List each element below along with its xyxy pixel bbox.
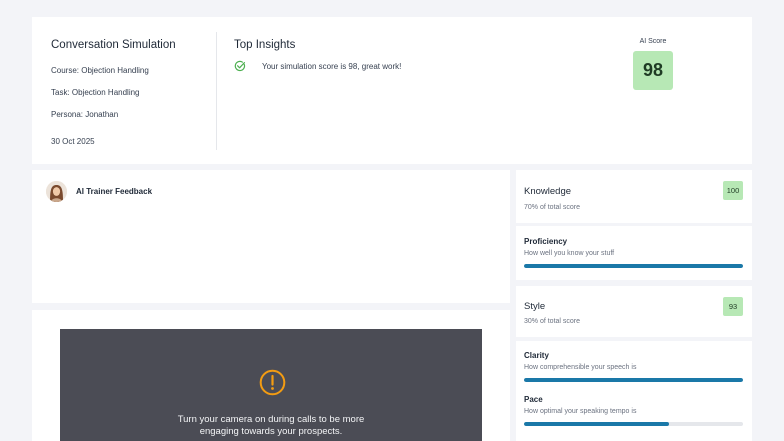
ai-score-label: AI Score [639,38,667,45]
proficiency-metric: Proficiency How well you know your stuff [516,226,752,280]
clarity-progress-fill [524,378,743,382]
video-card: Turn your camera on during calls to be m… [32,310,510,441]
pace-subtitle: How optimal your speaking tempo is [524,408,637,415]
style-score-badge: 93 [723,297,743,316]
warning-circle-icon [259,369,286,396]
style-subtitle: 30% of total score [524,318,581,325]
camera-preview: Turn your camera on during calls to be m… [60,329,482,441]
insight-text: Your simulation score is 98, great work! [262,61,402,71]
persona-label: Persona: Jonathan [51,110,119,119]
clarity-progress-bar [524,378,743,382]
pace-progress-fill [524,422,669,426]
knowledge-card: Knowledge 70% of total score 100 [516,170,752,223]
clarity-subtitle: How comprehensible your speech is [524,364,637,371]
date-label: 30 Oct 2025 [51,137,95,146]
knowledge-title: Knowledge [524,186,572,197]
simulation-title: Conversation Simulation [51,39,176,51]
ai-trainer-feedback-card: AI Trainer Feedback [32,170,510,303]
insight-item: Your simulation score is 98, great work! [234,59,401,73]
avatar [46,181,67,202]
camera-message-line1: Turn your camera on during calls to be m… [177,414,365,425]
trainer-avatar-icon [46,181,67,202]
camera-message: Turn your camera on during calls to be m… [60,414,482,438]
knowledge-score-badge: 100 [723,181,743,200]
divider [216,32,217,150]
task-label: Task: Objection Handling [51,88,140,97]
knowledge-subtitle: 70% of total score [524,204,581,211]
ai-score-badge: 98 [633,51,673,90]
proficiency-title: Proficiency [524,237,568,246]
proficiency-subtitle: How well you know your stuff [524,250,615,257]
clarity-title: Clarity [524,351,549,360]
feedback-title: AI Trainer Feedback [76,187,153,196]
style-title: Style [524,301,546,312]
proficiency-progress-bar [524,264,743,268]
proficiency-progress-fill [524,264,743,268]
check-circle-icon [234,60,246,72]
insights-title: Top Insights [234,39,296,51]
camera-message-line2: engaging towards your prospects. [199,426,343,437]
course-label: Course: Objection Handling [51,66,149,75]
pace-progress-bar [524,422,743,426]
style-metrics: Clarity How comprehensible your speech i… [516,341,752,441]
simulation-summary-card: Conversation Simulation Course: Objectio… [32,17,752,164]
style-card: Style 30% of total score 93 [516,286,752,337]
pace-title: Pace [524,395,543,404]
